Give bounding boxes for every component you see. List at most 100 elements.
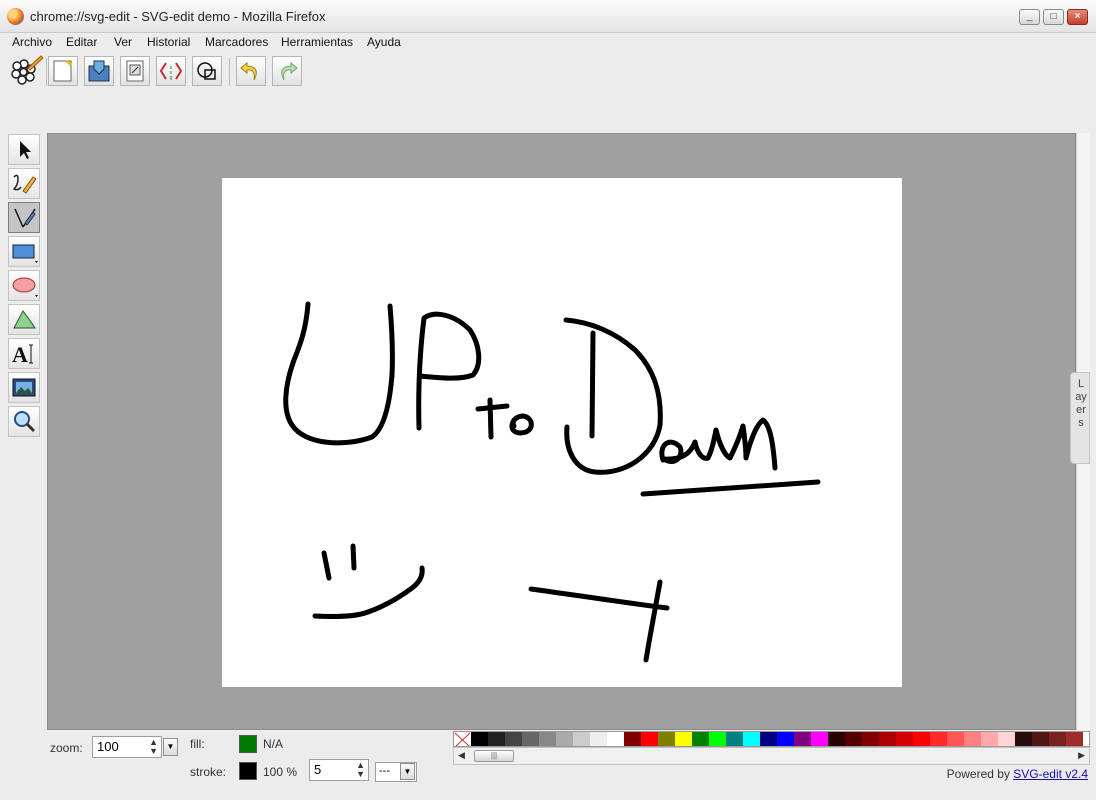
palette-swatch[interactable] (760, 732, 777, 746)
scrollbar-thumb[interactable]: ||| (474, 750, 514, 762)
palette-swatch[interactable] (998, 732, 1015, 746)
drawn-path-line-vertical (643, 579, 663, 663)
stroke-color-swatch[interactable] (239, 762, 257, 780)
scroll-right-icon[interactable]: ▶ (1078, 750, 1085, 761)
stroke-width-input[interactable]: 5 ▲ ▼ (309, 759, 369, 781)
undo-button[interactable] (236, 56, 266, 86)
select-tool-button[interactable] (8, 134, 40, 165)
drawn-path-u (283, 301, 395, 446)
maximize-button[interactable]: □ (1043, 9, 1064, 25)
zoom-input[interactable]: 100 ▲ ▼ (92, 736, 162, 758)
palette-swatch[interactable] (1049, 732, 1066, 746)
ellipse-tool-button[interactable] (8, 270, 40, 301)
menu-ayuda[interactable]: Ayuda (367, 35, 401, 49)
palette-swatch[interactable] (794, 732, 811, 746)
svg-text:g: g (170, 75, 173, 81)
palette-swatch[interactable] (471, 732, 488, 746)
palette-swatch[interactable] (879, 732, 896, 746)
palette-swatch[interactable] (743, 732, 760, 746)
palette-swatch[interactable] (828, 732, 845, 746)
palette-swatch[interactable] (947, 732, 964, 746)
palette-swatch[interactable] (539, 732, 556, 746)
menu-archivo[interactable]: Archivo (12, 35, 52, 49)
menu-marcadores[interactable]: Marcadores (205, 35, 268, 49)
palette-swatch[interactable] (1066, 732, 1083, 746)
palette-swatch[interactable] (777, 732, 794, 746)
menu-historial[interactable]: Historial (147, 35, 190, 49)
palette-swatch[interactable] (607, 732, 624, 746)
palette-swatch[interactable] (692, 732, 709, 746)
palette-swatch[interactable] (862, 732, 879, 746)
minimize-button[interactable]: _ (1019, 9, 1040, 25)
new-document-button[interactable] (48, 56, 78, 86)
redo-button[interactable] (272, 56, 302, 86)
ellipse-icon (12, 277, 38, 297)
menu-herramientas[interactable]: Herramientas (281, 35, 353, 49)
palette-swatch[interactable] (896, 732, 913, 746)
palette-swatch[interactable] (573, 732, 590, 746)
path-tool-button[interactable] (8, 202, 40, 233)
palette-swatch[interactable] (1032, 732, 1049, 746)
document-properties-button[interactable] (120, 56, 150, 86)
drawing-canvas[interactable] (222, 178, 902, 687)
no-color-swatch[interactable] (454, 732, 471, 746)
rectangle-tool-button[interactable] (8, 236, 40, 267)
source-code-button[interactable]: svg (156, 56, 186, 86)
freehand-pencil-icon (12, 174, 37, 194)
drawn-path-eye-right (350, 543, 357, 571)
fill-color-swatch[interactable] (239, 735, 257, 753)
stroke-width-value: 5 (314, 762, 322, 777)
wireframe-icon (197, 62, 216, 80)
palette-swatch[interactable] (811, 732, 828, 746)
drawn-path-own (659, 417, 778, 471)
fill-opacity: N/A (263, 737, 284, 751)
scroll-left-icon[interactable]: ◀ (458, 750, 465, 761)
svg-text:A: A (12, 342, 28, 367)
close-button[interactable]: × (1067, 9, 1088, 25)
wireframe-button[interactable] (192, 56, 222, 86)
palette-swatch[interactable] (505, 732, 522, 746)
palette-swatch[interactable] (726, 732, 743, 746)
color-palette (453, 731, 1090, 747)
palette-swatch[interactable] (981, 732, 998, 746)
palette-swatch[interactable] (845, 732, 862, 746)
stroke-dash-dropdown-button[interactable]: ▼ (400, 763, 415, 780)
palette-swatch[interactable] (488, 732, 505, 746)
palette-swatch[interactable] (641, 732, 658, 746)
menu-ver[interactable]: Ver (114, 35, 132, 49)
save-button[interactable] (84, 56, 114, 86)
palette-swatch[interactable] (658, 732, 675, 746)
path-pen-icon (14, 208, 36, 228)
drawn-path-d-bowl (563, 317, 663, 475)
layers-panel-tab[interactable]: Layers (1070, 372, 1090, 464)
toolbar-separator (229, 58, 230, 86)
zoom-tool-button[interactable] (8, 406, 40, 437)
drawing-svg[interactable] (222, 178, 902, 687)
palette-swatch[interactable] (930, 732, 947, 746)
palette-swatch[interactable] (1015, 732, 1032, 746)
palette-swatch[interactable] (624, 732, 641, 746)
redo-icon (281, 61, 298, 81)
text-tool-button[interactable]: A (8, 338, 40, 369)
zoom-dropdown-button[interactable]: ▼ (163, 738, 178, 756)
palette-swatch[interactable] (913, 732, 930, 746)
palette-swatch[interactable] (522, 732, 539, 746)
palette-swatch[interactable] (556, 732, 573, 746)
spinner-icon[interactable]: ▲ ▼ (149, 738, 158, 756)
palette-swatch[interactable] (709, 732, 726, 746)
menu-editar[interactable]: Editar (66, 35, 97, 49)
palette-swatch[interactable] (675, 732, 692, 746)
undo-icon (240, 61, 257, 81)
polygon-tool-button[interactable] (8, 304, 40, 335)
freehand-tool-button[interactable] (8, 168, 40, 199)
svg-edit-logo-icon[interactable] (8, 54, 44, 88)
image-tool-button[interactable] (8, 372, 40, 403)
svg-edit-link[interactable]: SVG-edit v2.4 (1013, 767, 1088, 781)
palette-swatch[interactable] (590, 732, 607, 746)
spinner-icon[interactable]: ▲ ▼ (356, 761, 365, 779)
polygon-icon (13, 310, 36, 329)
palette-scrollbar[interactable]: ◀ ||| ▶ (453, 747, 1090, 765)
drawn-path-p (416, 311, 482, 431)
palette-swatch[interactable] (964, 732, 981, 746)
text-icon: A (12, 342, 33, 367)
